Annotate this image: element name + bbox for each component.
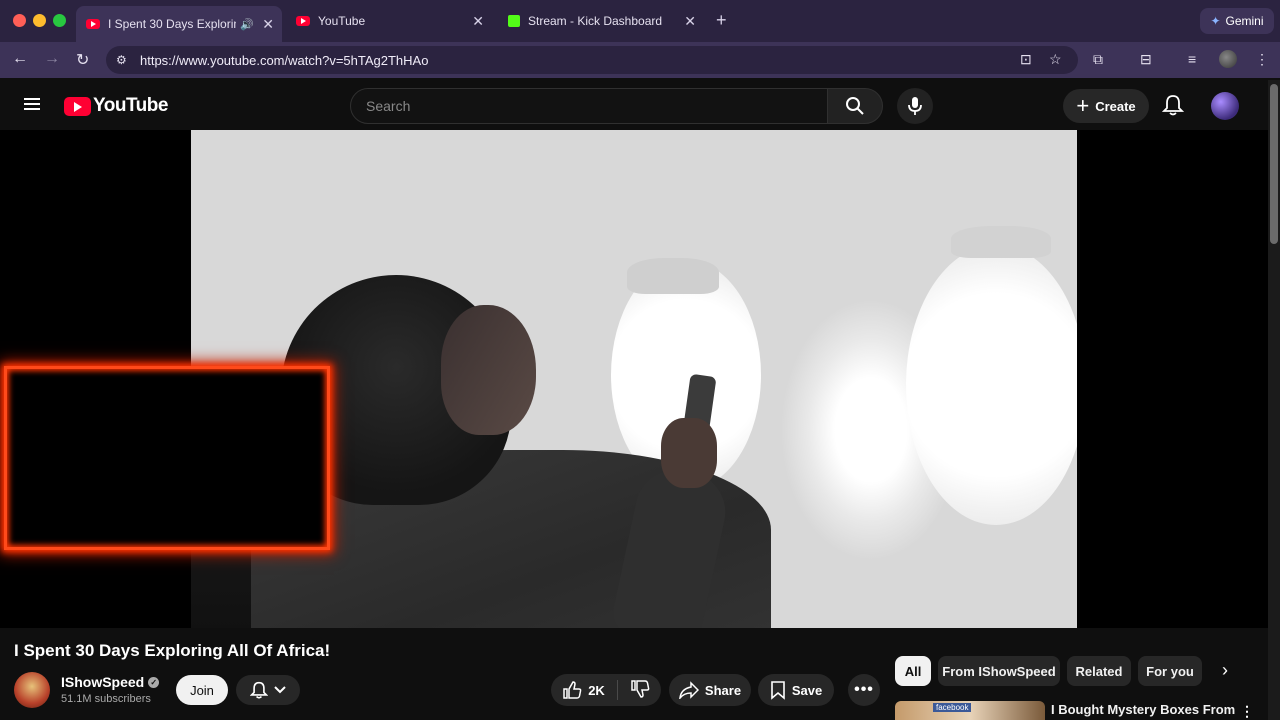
video-player[interactable] bbox=[0, 130, 1268, 628]
voice-search-button[interactable] bbox=[897, 88, 933, 124]
recommendation-thumbnail[interactable]: facebook bbox=[895, 701, 1045, 720]
more-horizontal-icon: ••• bbox=[854, 681, 874, 698]
window-minimize-button[interactable] bbox=[33, 14, 46, 27]
chip-related[interactable]: Related bbox=[1067, 656, 1131, 686]
share-label: Share bbox=[704, 682, 742, 698]
channel-name: IShowSpeed bbox=[61, 674, 145, 690]
gemini-button[interactable]: ✦ Gemini bbox=[1200, 8, 1274, 34]
chevron-down-icon bbox=[274, 686, 286, 694]
youtube-favicon-icon bbox=[86, 19, 100, 29]
youtube-wordmark: YouTube bbox=[93, 95, 168, 116]
search-box bbox=[350, 88, 828, 124]
close-tab-icon[interactable]: ✕ bbox=[262, 16, 274, 33]
save-label: Save bbox=[791, 682, 823, 698]
share-button[interactable]: Share bbox=[669, 674, 751, 706]
chip-for-you[interactable]: For you bbox=[1138, 656, 1202, 686]
bookmark-icon bbox=[771, 681, 785, 700]
tab-title: Stream - Kick Dashboard bbox=[528, 14, 663, 28]
scrollbar-thumb[interactable] bbox=[1270, 84, 1278, 244]
close-tab-icon[interactable]: ✕ bbox=[684, 13, 696, 30]
url-text: https://www.youtube.com/watch?v=5hTAg2Th… bbox=[140, 52, 429, 68]
forward-arrow-icon[interactable]: → bbox=[44, 50, 60, 68]
search-icon bbox=[846, 97, 864, 115]
like-button[interactable]: 2K bbox=[562, 680, 605, 700]
verified-check-icon: ✓ bbox=[148, 676, 160, 688]
person-face bbox=[441, 305, 536, 435]
browser-menu-icon[interactable]: ⋮ bbox=[1255, 51, 1269, 68]
back-arrow-icon[interactable]: ← bbox=[12, 50, 28, 68]
facecam-overlay bbox=[4, 366, 330, 550]
browser-profile-avatar[interactable] bbox=[1219, 50, 1237, 68]
window-shade bbox=[627, 258, 719, 294]
window-close-button[interactable] bbox=[13, 14, 26, 27]
tab-search-icon[interactable]: ⊟ bbox=[1140, 51, 1152, 68]
dislike-button[interactable] bbox=[630, 679, 650, 702]
subscription-notifications-button[interactable] bbox=[236, 675, 300, 705]
bell-icon bbox=[1161, 95, 1185, 116]
youtube-header: YouTube + Create bbox=[0, 80, 1268, 130]
person-hand bbox=[661, 418, 717, 488]
channel-avatar[interactable] bbox=[14, 672, 50, 708]
microphone-icon bbox=[908, 97, 922, 115]
browser-toolbar: ← → ↻ ⚙ https://www.youtube.com/watch?v=… bbox=[0, 42, 1280, 78]
join-button[interactable]: Join bbox=[176, 675, 228, 705]
divider bbox=[616, 680, 618, 700]
install-app-icon[interactable]: ⊡ bbox=[1020, 51, 1032, 68]
like-dislike-group: 2K bbox=[551, 674, 661, 706]
chip-from-ishowspeed[interactable]: From IShowSpeed bbox=[938, 656, 1060, 686]
create-label: Create bbox=[1095, 98, 1136, 114]
save-button[interactable]: Save bbox=[758, 674, 834, 706]
thumbs-up-icon bbox=[563, 681, 582, 699]
search-button[interactable] bbox=[827, 88, 883, 124]
speaker-icon[interactable]: 🔊 bbox=[240, 18, 254, 31]
recommendation-title[interactable]: I Bought Mystery Boxes From bbox=[1051, 702, 1235, 717]
notifications-button[interactable] bbox=[1161, 93, 1185, 122]
share-arrow-icon bbox=[679, 681, 699, 699]
like-count: 2K bbox=[588, 682, 605, 698]
close-tab-icon[interactable]: ✕ bbox=[472, 13, 484, 30]
search-input[interactable] bbox=[351, 89, 827, 123]
youtube-play-logo-icon bbox=[64, 96, 91, 116]
tab-kick-dashboard[interactable]: Stream - Kick Dashboard ✕ bbox=[498, 6, 704, 36]
chip-all[interactable]: All bbox=[895, 656, 931, 686]
page-scrollbar[interactable] bbox=[1268, 80, 1280, 720]
airplane-window bbox=[906, 245, 1077, 525]
gemini-label: Gemini bbox=[1225, 14, 1264, 28]
tab-youtube-video[interactable]: I Spent 30 Days Exploring All Of Africa!… bbox=[76, 6, 282, 42]
bell-icon bbox=[250, 681, 268, 699]
chevron-right-icon[interactable]: › bbox=[1222, 660, 1228, 681]
bookmark-star-icon[interactable]: ☆ bbox=[1049, 51, 1062, 68]
tab-youtube[interactable]: YouTube ✕ bbox=[286, 6, 492, 36]
plus-icon: + bbox=[1076, 93, 1090, 118]
video-title: I Spent 30 Days Exploring All Of Africa! bbox=[14, 641, 331, 660]
site-settings-icon[interactable]: ⚙ bbox=[116, 53, 132, 67]
tab-title: I Spent 30 Days Exploring All Of Africa! bbox=[108, 17, 236, 31]
youtube-logo[interactable]: YouTube bbox=[64, 95, 168, 117]
window-maximize-button[interactable] bbox=[53, 14, 66, 27]
extensions-icon[interactable]: ⧉ bbox=[1093, 51, 1103, 68]
address-bar[interactable]: ⚙ https://www.youtube.com/watch?v=5hTAg2… bbox=[106, 46, 1078, 74]
window-shade bbox=[951, 226, 1051, 258]
media-controls-icon[interactable]: ≡ bbox=[1188, 51, 1196, 67]
tab-title: YouTube bbox=[318, 14, 366, 28]
gemini-sparkle-icon: ✦ bbox=[1210, 14, 1221, 28]
reload-icon[interactable]: ↻ bbox=[76, 50, 89, 70]
account-avatar[interactable] bbox=[1211, 92, 1239, 120]
more-vertical-icon[interactable]: ⋮ bbox=[1240, 703, 1254, 720]
kick-favicon-icon bbox=[508, 15, 520, 27]
create-button[interactable]: + Create bbox=[1063, 89, 1149, 123]
thumbs-down-icon bbox=[631, 679, 650, 698]
subscriber-count: 51.1M subscribers bbox=[61, 693, 151, 705]
browser-tab-bar: I Spent 30 Days Exploring All Of Africa!… bbox=[0, 0, 1280, 42]
channel-name-link[interactable]: IShowSpeed ✓ bbox=[61, 674, 160, 690]
more-actions-button[interactable]: ••• bbox=[848, 674, 880, 706]
thumbnail-badge: facebook bbox=[933, 703, 972, 712]
new-tab-button[interactable]: + bbox=[716, 10, 727, 31]
youtube-favicon-icon bbox=[296, 16, 310, 26]
menu-hamburger-icon[interactable] bbox=[24, 98, 40, 110]
